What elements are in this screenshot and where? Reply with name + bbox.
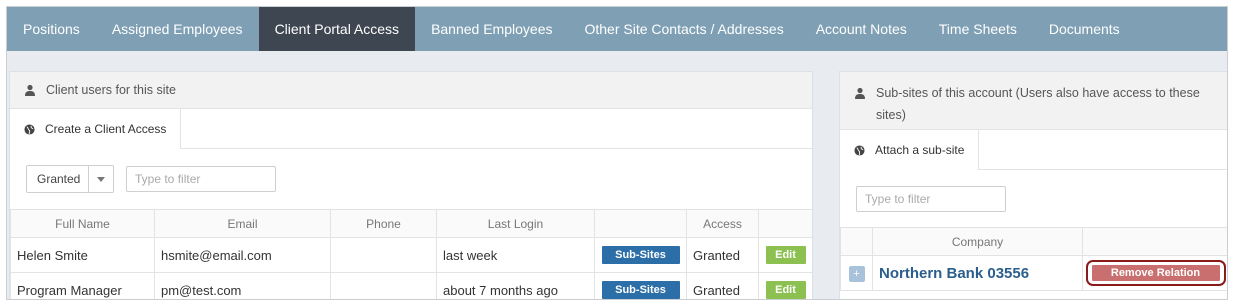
- cell-full-name: Helen Smite: [10, 237, 155, 273]
- cell-access: Granted: [686, 272, 759, 299]
- col-last-login[interactable]: Last Login: [436, 209, 595, 238]
- cell-access: Granted: [686, 237, 759, 273]
- globe-icon: [854, 144, 865, 156]
- sub-sites-table: Company + Northern Bank 03556 Remove Rel…: [840, 227, 1227, 291]
- sub-sites-panel: Sub-sites of this account (Users also ha…: [839, 71, 1227, 299]
- tab-client-portal-access[interactable]: Client Portal Access: [258, 7, 416, 51]
- tab-time-sheets[interactable]: Time Sheets: [923, 7, 1033, 51]
- client-users-panel: Client users for this site Create a Clie…: [9, 71, 813, 299]
- cell-company: Northern Bank 03556: [872, 255, 1083, 291]
- tab-assigned-employees[interactable]: Assigned Employees: [96, 7, 259, 51]
- sub-sites-title: Sub-sites of this account (Users also ha…: [876, 86, 1200, 122]
- col-email[interactable]: Email: [154, 209, 331, 238]
- tab-other-site-contacts[interactable]: Other Site Contacts / Addresses: [568, 7, 799, 51]
- client-users-header: Client users for this site: [10, 72, 812, 109]
- attach-sub-site-label: Attach a sub-site: [875, 143, 965, 157]
- table-header-row: Full Name Email Phone Last Login Access: [10, 209, 812, 238]
- user-icon: [855, 87, 865, 99]
- table-row: Program Manager pm@test.com about 7 mont…: [10, 272, 812, 299]
- company-link[interactable]: Northern Bank 03556: [879, 265, 1029, 282]
- col-full-name[interactable]: Full Name: [10, 209, 155, 238]
- tab-banned-employees[interactable]: Banned Employees: [415, 7, 568, 51]
- cell-remove: Remove Relation: [1082, 255, 1227, 291]
- sub-site-filter-input[interactable]: [856, 185, 1006, 212]
- table-row: Helen Smite hsmite@email.com last week S…: [10, 237, 812, 273]
- cell-full-name: Program Manager: [10, 272, 155, 299]
- cell-phone: [330, 237, 437, 273]
- chevron-down-icon[interactable]: [89, 166, 113, 192]
- tab-positions[interactable]: Positions: [7, 7, 96, 51]
- user-icon: [25, 84, 35, 96]
- cell-subsites: Sub-Sites: [594, 237, 687, 273]
- client-filter-input[interactable]: [126, 166, 276, 192]
- table-header-row: Company: [840, 227, 1227, 256]
- remove-relation-button[interactable]: Remove Relation: [1091, 265, 1220, 281]
- cell-phone: [330, 272, 437, 299]
- attach-sub-site-button[interactable]: Attach a sub-site: [840, 130, 980, 170]
- cell-email: hsmite@email.com: [154, 237, 331, 273]
- sub-site-actions: Attach a sub-site: [840, 130, 1227, 170]
- col-phone[interactable]: Phone: [330, 209, 437, 238]
- globe-icon: [24, 123, 35, 135]
- client-users-title: Client users for this site: [46, 83, 176, 97]
- col-actions: [758, 209, 812, 238]
- col-remove: [1082, 227, 1227, 256]
- col-subsites: [594, 209, 687, 238]
- tab-documents[interactable]: Documents: [1033, 7, 1136, 51]
- expand-row-button[interactable]: +: [848, 265, 865, 282]
- remove-relation-highlight: Remove Relation: [1085, 260, 1226, 286]
- tab-account-notes[interactable]: Account Notes: [800, 7, 923, 51]
- sub-sites-header: Sub-sites of this account (Users also ha…: [840, 72, 1227, 130]
- client-users-table: Full Name Email Phone Last Login Access …: [10, 209, 812, 299]
- create-client-access-button[interactable]: Create a Client Access: [10, 109, 182, 149]
- cell-subsites: Sub-Sites: [594, 272, 687, 299]
- access-status-select[interactable]: Granted: [26, 165, 114, 193]
- client-filter-row: Granted: [10, 149, 812, 209]
- app-frame: Positions Assigned Employees Client Port…: [6, 6, 1228, 300]
- table-row: + Northern Bank 03556 Remove Relation: [840, 255, 1227, 291]
- cell-edit: Edit: [758, 272, 812, 299]
- cell-expand: +: [840, 255, 873, 291]
- access-status-value: Granted: [27, 166, 89, 192]
- create-client-access-label: Create a Client Access: [45, 122, 167, 136]
- col-expand: [840, 227, 873, 256]
- sub-site-filter-row: [840, 170, 1227, 227]
- sub-sites-button[interactable]: Sub-Sites: [601, 246, 680, 264]
- sub-sites-button[interactable]: Sub-Sites: [601, 281, 680, 299]
- cell-last-login: last week: [436, 237, 595, 273]
- top-tab-bar: Positions Assigned Employees Client Port…: [7, 7, 1227, 51]
- cell-edit: Edit: [758, 237, 812, 273]
- edit-button[interactable]: Edit: [765, 281, 806, 299]
- edit-button[interactable]: Edit: [765, 246, 806, 264]
- col-company[interactable]: Company: [872, 227, 1083, 256]
- client-access-actions: Create a Client Access: [10, 109, 812, 149]
- col-access[interactable]: Access: [686, 209, 759, 238]
- cell-last-login: about 7 months ago: [436, 272, 595, 299]
- cell-email: pm@test.com: [154, 272, 331, 299]
